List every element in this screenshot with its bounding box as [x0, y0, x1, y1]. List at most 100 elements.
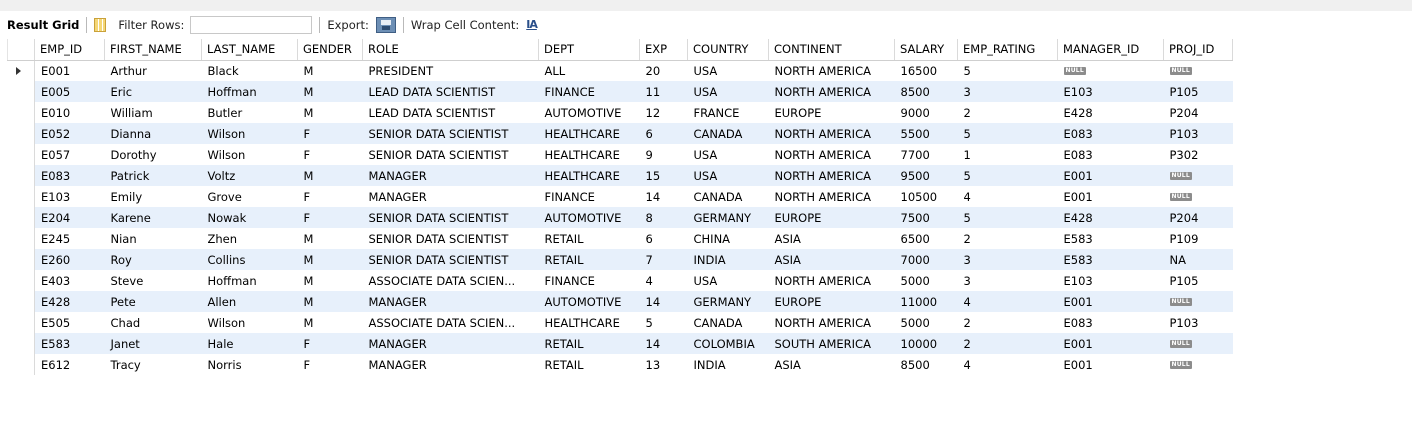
table-cell[interactable]: ASIA — [769, 228, 895, 249]
table-cell[interactable]: RETAIL — [538, 333, 640, 354]
table-cell[interactable]: NORTH AMERICA — [768, 81, 895, 102]
table-cell[interactable]: P105 — [1163, 81, 1233, 102]
table-cell[interactable]: MANAGER — [363, 186, 539, 207]
table-row[interactable]: E005 Eric Hoffman M LEAD DATA SCIENTIST FINAN… — [7, 81, 1233, 102]
table-cell[interactable]: E001 — [1057, 333, 1164, 354]
column-header-role[interactable]: ROLE — [362, 39, 539, 61]
table-cell[interactable]: 3 — [957, 249, 1058, 270]
table-cell[interactable]: E403 — [35, 270, 105, 291]
table-cell[interactable]: SENIOR DATA SCIENTIST — [362, 249, 539, 270]
table-cell[interactable]: CANADA — [688, 186, 769, 207]
table-cell[interactable]: Patrick — [104, 165, 202, 186]
table-cell[interactable]: E583 — [34, 333, 105, 354]
table-cell[interactable]: E001 — [1057, 165, 1164, 186]
export-icon[interactable] — [375, 17, 396, 33]
table-cell[interactable]: Arthur — [105, 60, 202, 81]
row-header[interactable] — [7, 81, 35, 102]
table-cell[interactable]: NORTH AMERICA — [769, 270, 895, 291]
table-cell[interactable]: F — [298, 144, 363, 165]
table-cell[interactable]: M — [297, 291, 363, 312]
table-cell[interactable]: E204 — [34, 207, 105, 228]
table-cell[interactable]: MANAGER — [363, 354, 539, 375]
table-cell[interactable]: LEAD DATA SCIENTIST — [362, 81, 539, 102]
table-cell[interactable]: INDIA — [687, 249, 769, 270]
table-cell[interactable]: E103 — [35, 186, 105, 207]
table-row[interactable]: E103 Emily Grove F MANAGER FINANCE 14 CANADA NOR… — [7, 186, 1233, 207]
table-cell[interactable]: Wilson — [202, 312, 298, 333]
table-cell[interactable]: E001 — [1057, 291, 1164, 312]
table-row[interactable]: E010 William Butler M LEAD DATA SCIENTIST AUT… — [7, 102, 1233, 123]
table-cell[interactable]: NULL — [1058, 60, 1164, 81]
table-cell[interactable]: E001 — [1058, 354, 1164, 375]
table-cell[interactable]: RETAIL — [539, 228, 640, 249]
table-cell[interactable]: E245 — [35, 228, 105, 249]
table-cell[interactable]: SENIOR DATA SCIENTIST — [362, 123, 539, 144]
table-cell[interactable]: 4 — [640, 270, 688, 291]
table-cell[interactable]: E083 — [1058, 144, 1164, 165]
table-cell[interactable]: Zhen — [202, 228, 298, 249]
row-header[interactable] — [7, 144, 35, 165]
table-cell[interactable]: NULL — [1163, 291, 1233, 312]
table-cell[interactable]: NORTH AMERICA — [769, 312, 895, 333]
table-cell[interactable]: M — [298, 312, 363, 333]
column-header-emp-rating[interactable]: EMP_RATING — [957, 39, 1058, 61]
table-cell[interactable]: HEALTHCARE — [538, 123, 640, 144]
table-cell[interactable]: ASIA — [769, 354, 895, 375]
column-header-salary[interactable]: SALARY — [894, 39, 958, 61]
table-cell[interactable]: 5 — [640, 312, 688, 333]
table-cell[interactable]: 10000 — [894, 333, 958, 354]
table-cell[interactable]: M — [297, 81, 363, 102]
table-cell[interactable]: 15 — [639, 165, 688, 186]
row-header[interactable] — [7, 60, 35, 81]
table-cell[interactable]: Steve — [105, 270, 202, 291]
column-header-first-name[interactable]: FIRST_NAME — [104, 39, 202, 61]
table-cell[interactable]: ASIA — [768, 249, 895, 270]
table-cell[interactable]: 9 — [640, 144, 688, 165]
table-row[interactable]: E260 Roy Collins M SENIOR DATA SCIENTIST RETA… — [7, 249, 1233, 270]
table-cell[interactable]: HEALTHCARE — [538, 165, 640, 186]
table-cell[interactable]: 6 — [639, 123, 688, 144]
grid-icon[interactable] — [94, 18, 107, 32]
table-cell[interactable]: 16500 — [895, 60, 958, 81]
table-cell[interactable]: E612 — [35, 354, 105, 375]
table-cell[interactable]: SOUTH AMERICA — [768, 333, 895, 354]
table-cell[interactable]: Hale — [201, 333, 298, 354]
table-cell[interactable]: Wilson — [201, 123, 298, 144]
table-cell[interactable]: NULL — [1164, 354, 1233, 375]
table-row[interactable]: E428 Pete Allen M MANAGER AUTOMOTIVE 14 GERMANY… — [7, 291, 1233, 312]
table-cell[interactable]: P109 — [1164, 228, 1233, 249]
table-cell[interactable]: NA — [1163, 249, 1233, 270]
table-cell[interactable]: E428 — [1058, 102, 1164, 123]
table-cell[interactable]: M — [298, 228, 363, 249]
table-cell[interactable]: 5 — [957, 207, 1058, 228]
column-header-dept[interactable]: DEPT — [538, 39, 640, 61]
table-cell[interactable]: Chad — [105, 312, 202, 333]
table-cell[interactable]: Karene — [104, 207, 202, 228]
table-cell[interactable]: 14 — [639, 291, 688, 312]
table-cell[interactable]: E083 — [1057, 123, 1164, 144]
table-cell[interactable]: NORTH AMERICA — [769, 60, 895, 81]
table-cell[interactable]: GERMANY — [687, 291, 769, 312]
table-cell[interactable]: 2 — [958, 102, 1058, 123]
table-cell[interactable]: 5 — [957, 123, 1058, 144]
table-cell[interactable]: EUROPE — [768, 291, 895, 312]
table-cell[interactable]: SENIOR DATA SCIENTIST — [363, 228, 539, 249]
table-cell[interactable]: 1 — [958, 144, 1058, 165]
table-cell[interactable]: 8 — [639, 207, 688, 228]
table-cell[interactable]: Grove — [202, 186, 298, 207]
table-cell[interactable]: Norris — [202, 354, 298, 375]
table-cell[interactable]: M — [297, 165, 363, 186]
table-cell[interactable]: Pete — [104, 291, 202, 312]
row-header[interactable] — [7, 270, 35, 291]
table-cell[interactable]: E103 — [1058, 270, 1164, 291]
table-cell[interactable]: E001 — [1058, 186, 1164, 207]
table-cell[interactable]: E428 — [34, 291, 105, 312]
table-cell[interactable]: Emily — [105, 186, 202, 207]
table-cell[interactable]: Roy — [104, 249, 202, 270]
table-cell[interactable]: E001 — [35, 60, 105, 81]
table-cell[interactable]: Butler — [202, 102, 298, 123]
table-cell[interactable]: USA — [688, 144, 769, 165]
table-cell[interactable]: PRESIDENT — [363, 60, 539, 81]
table-cell[interactable]: ALL — [539, 60, 640, 81]
table-cell[interactable]: E260 — [34, 249, 105, 270]
